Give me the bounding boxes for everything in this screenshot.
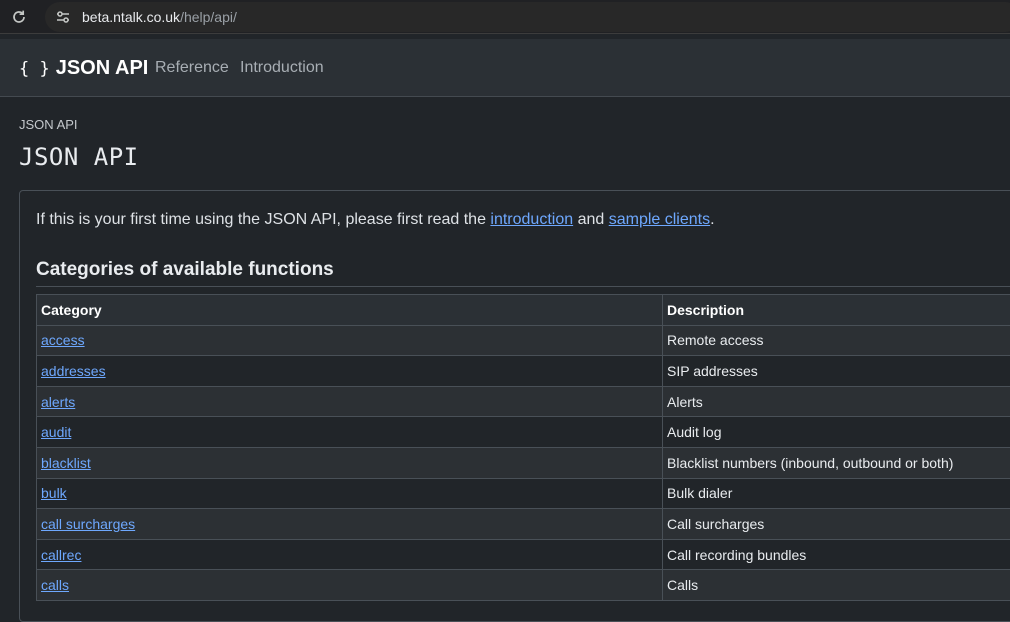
category-cell: audit [37,417,663,448]
page-title: JSON API [19,143,139,171]
description-cell: Bulk dialer [663,478,1010,509]
site-info-icon[interactable] [54,8,72,26]
description-cell: Audit log [663,417,1010,448]
table-header-row: Category Description [37,295,1010,326]
brand-link[interactable]: { } JSON API [19,57,148,80]
description-cell: Remote access [663,325,1010,356]
description-cell: Call surcharges [663,509,1010,540]
description-cell: Alerts [663,386,1010,417]
intro-text-after: . [710,211,714,228]
category-link[interactable]: audit [41,424,71,440]
table-row: callrec Call recording bundles [37,539,1010,570]
category-cell: blacklist [37,447,663,478]
intro-text: If this is your first time using the JSO… [36,211,715,229]
category-link[interactable]: access [41,332,85,348]
table-row: access Remote access [37,325,1010,356]
category-link[interactable]: blacklist [41,455,91,471]
category-cell: call surcharges [37,509,663,540]
introduction-link[interactable]: introduction [490,211,573,228]
category-link[interactable]: calls [41,577,69,593]
category-cell: access [37,325,663,356]
intro-text-middle: and [573,211,609,228]
table-row: call surcharges Call surcharges [37,509,1010,540]
table-row: calls Calls [37,570,1010,601]
category-link[interactable]: callrec [41,547,81,563]
brand-label: JSON API [56,57,149,79]
table-row: audit Audit log [37,417,1010,448]
column-header-category: Category [37,295,663,326]
intro-text-before: If this is your first time using the JSO… [36,211,490,228]
category-cell: addresses [37,356,663,387]
column-header-description: Description [663,295,1010,326]
braces-icon: { } [19,59,50,79]
table-row: blacklist Blacklist numbers (inbound, ou… [37,447,1010,478]
reload-icon[interactable] [10,8,28,26]
table-row: alerts Alerts [37,386,1010,417]
content-card: If this is your first time using the JSO… [19,190,1010,622]
description-cell: Blacklist numbers (inbound, outbound or … [663,447,1010,478]
sample-clients-link[interactable]: sample clients [609,211,710,228]
browser-toolbar: beta.ntalk.co.uk/help/api/ [0,0,1010,34]
url-path: /help/api/ [180,9,237,25]
description-cell: Calls [663,570,1010,601]
category-link[interactable]: call surcharges [41,516,135,532]
category-cell: alerts [37,386,663,417]
nav-link-reference[interactable]: Reference [155,59,229,77]
section-divider [36,286,1010,287]
category-link[interactable]: addresses [41,363,106,379]
url-text[interactable]: beta.ntalk.co.uk/help/api/ [82,9,237,25]
section-title: Categories of available functions [36,259,334,281]
address-bar[interactable]: beta.ntalk.co.uk/help/api/ [45,2,1010,32]
description-cell: Call recording bundles [663,539,1010,570]
table-row: bulk Bulk dialer [37,478,1010,509]
nav-link-introduction[interactable]: Introduction [240,59,324,77]
category-cell: bulk [37,478,663,509]
category-cell: calls [37,570,663,601]
category-link[interactable]: bulk [41,485,67,501]
breadcrumb: JSON API [19,117,78,132]
categories-table: Category Description access Remote acces… [36,294,1010,601]
url-host: beta.ntalk.co.uk [82,9,180,25]
category-cell: callrec [37,539,663,570]
site-navbar: { } JSON API Reference Introduction [0,39,1010,97]
category-link[interactable]: alerts [41,394,75,410]
description-cell: SIP addresses [663,356,1010,387]
table-row: addresses SIP addresses [37,356,1010,387]
